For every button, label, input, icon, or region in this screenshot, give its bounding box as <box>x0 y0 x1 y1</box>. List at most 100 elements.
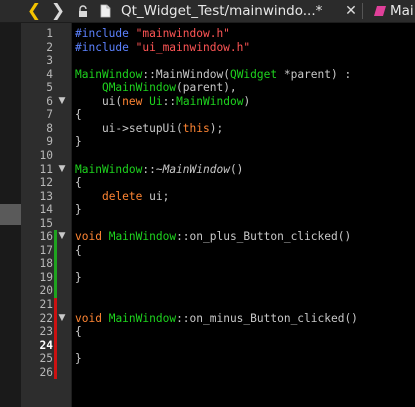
line-number: 8 <box>46 121 53 135</box>
line-number: 20 <box>39 284 53 298</box>
code-line: { <box>75 108 82 122</box>
added-line-marker <box>54 230 57 244</box>
line-number: 23 <box>39 325 53 339</box>
symbol-selector-label[interactable]: Mai <box>390 0 414 22</box>
code-line: } <box>75 352 82 366</box>
line-number: 26 <box>39 365 53 379</box>
code-line: } <box>75 203 82 217</box>
modified-line-marker <box>54 298 57 312</box>
line-number: 7 <box>46 108 53 122</box>
code-line: MainWindow::~MainWindow() <box>75 163 243 177</box>
code-line: void MainWindow::on_plus_Button_clicked(… <box>75 230 351 244</box>
line-number: 14 <box>39 203 53 217</box>
code-token: ( <box>223 67 230 81</box>
added-line-marker <box>54 284 57 298</box>
code-token: QMainWindow <box>101 81 177 95</box>
code-token: void <box>75 311 102 325</box>
line-number: 21 <box>39 298 53 311</box>
code-line: } <box>75 135 82 149</box>
code-token: { <box>75 325 82 339</box>
code-token: MainWindow <box>75 67 143 81</box>
code-token: ui( <box>75 94 123 108</box>
line-number: 24 <box>39 338 53 352</box>
code-token: { <box>75 108 82 122</box>
line-number: 4 <box>46 67 53 81</box>
forward-icon[interactable]: ❯ <box>47 0 69 22</box>
line-number: 25 <box>39 352 53 366</box>
code-token: ::on_plus_Button_clicked() <box>176 230 352 244</box>
code-token: delete <box>101 189 143 203</box>
line-number: 6 <box>46 94 53 108</box>
code-token: ui; <box>142 189 170 203</box>
fold-arrow-icon[interactable]: ▼ <box>57 312 67 326</box>
code-token: "mainwindow.h" <box>135 27 230 40</box>
code-line: MainWindow::MainWindow(QWidget *parent) … <box>75 68 351 82</box>
code-line: void MainWindow::on_minus_Button_clicked… <box>75 312 358 326</box>
code-line: { <box>75 244 82 258</box>
code-token: MainWindow <box>108 230 177 244</box>
line-number: 9 <box>46 135 53 149</box>
line-number: 17 <box>39 243 53 257</box>
toolbar-separator <box>362 3 363 19</box>
code-token: } <box>75 270 82 284</box>
code-token: #include <box>75 27 136 40</box>
symbol-icon[interactable] <box>372 0 388 22</box>
code-line: ui(new Ui::MainWindow) <box>75 95 250 109</box>
code-token: { <box>75 243 82 257</box>
code-line: { <box>75 176 82 190</box>
modified-line-marker <box>54 311 57 326</box>
code-token: MainWindow <box>162 162 230 176</box>
code-line: ui->setupUi(this); <box>75 122 223 136</box>
code-token: QWidget <box>229 67 278 81</box>
line-number: 13 <box>39 189 53 203</box>
added-line-marker <box>54 257 57 271</box>
line-number: 1 <box>46 27 53 40</box>
code-token: ) <box>243 94 251 108</box>
code-token: :: <box>162 94 177 108</box>
line-number: 16 <box>39 230 53 244</box>
code-token: ::on_minus_Button_clicked() <box>176 311 358 325</box>
code-token: MainWindow <box>108 311 177 325</box>
back-icon[interactable]: ❮ <box>23 0 45 22</box>
code-token: } <box>75 203 82 217</box>
lock-icon[interactable] <box>73 0 93 22</box>
line-number: 15 <box>39 216 53 230</box>
fold-arrow-icon[interactable]: ▼ <box>57 95 67 109</box>
code-token: ); <box>209 121 224 135</box>
code-line: delete ui; <box>75 190 169 204</box>
added-line-marker <box>54 270 57 285</box>
modified-line-marker <box>54 338 57 353</box>
code-token: ::~ <box>142 162 163 176</box>
code-token: (parent), <box>176 81 237 95</box>
modified-line-marker <box>54 365 57 380</box>
code-line: #include "mainwindow.h" <box>75 27 230 41</box>
line-number: 10 <box>39 148 53 162</box>
modified-line-marker <box>54 352 57 366</box>
line-number: 3 <box>46 54 53 68</box>
code-line: { <box>75 325 82 339</box>
fold-arrow-icon[interactable]: ▼ <box>57 230 67 244</box>
code-token: MainWindow <box>176 94 244 108</box>
line-number: 19 <box>39 270 53 284</box>
editor-toolbar: ❮ ❯ Qt_Widget_Test/mainwindo...* ✕ Mai <box>0 0 415 23</box>
code-token: } <box>75 135 82 149</box>
document-tab-title[interactable]: Qt_Widget_Test/mainwindo...* <box>121 0 322 22</box>
close-document-icon[interactable]: ✕ <box>344 0 358 22</box>
line-number: 18 <box>39 257 53 271</box>
code-line: QMainWindow(parent), <box>75 81 237 95</box>
line-number: 12 <box>39 176 53 190</box>
code-token: #include <box>75 40 136 54</box>
document-icon <box>96 0 114 22</box>
code-token: } <box>75 352 82 366</box>
left-scroll-thumb[interactable] <box>0 204 21 225</box>
code-token: this <box>182 121 210 135</box>
code-token: { <box>75 176 82 190</box>
left-panel-strip <box>0 23 21 407</box>
code-token: MainWindow <box>155 67 224 81</box>
line-number: 2 <box>46 40 53 54</box>
code-token: Ui <box>149 94 163 108</box>
fold-arrow-icon[interactable]: ▼ <box>57 163 67 177</box>
code-token: "ui_mainwindow.h" <box>135 40 251 54</box>
